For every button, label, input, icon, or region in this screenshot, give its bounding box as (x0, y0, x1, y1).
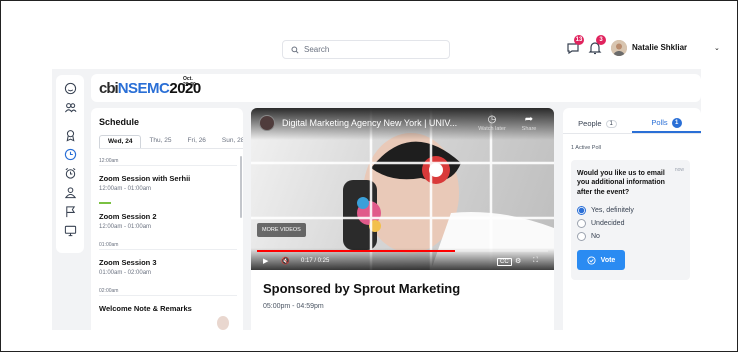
radio[interactable] (577, 219, 586, 228)
logo-prefix: cbi (99, 80, 119, 97)
poll-option[interactable]: Undecided (577, 219, 624, 228)
user-name[interactable]: Natalie Shkliar (632, 43, 687, 52)
schedule-list: 12:00am Zoom Session with Serhii 12:00am… (99, 156, 237, 323)
search-icon (291, 45, 299, 54)
event-logo-bar: cbi NSEMC 2020 Oct. 28-30 (91, 74, 701, 102)
poll-card: Would you like us to email you additiona… (571, 160, 690, 280)
watch-later-label: Watch later (478, 126, 506, 132)
chat-badge: 13 (574, 35, 584, 45)
poll-question: Would you like us to email you additiona… (577, 170, 665, 196)
schedule-title: Schedule (99, 117, 140, 127)
fullscreen-icon[interactable]: ⛶ (533, 257, 538, 265)
radio-selected[interactable] (577, 206, 586, 215)
logo-date: Oct. 28-30 (183, 76, 196, 88)
bell-badge: 3 (596, 35, 606, 45)
main-content: Digital Marketing Agency New York | UNIV… (251, 108, 554, 330)
session-title: Zoom Session 3 (99, 258, 157, 267)
event-logo: cbi NSEMC 2020 Oct. 28-30 (99, 76, 201, 97)
share-button[interactable]: ➦ Share (514, 114, 544, 132)
video-player[interactable]: Digital Marketing Agency New York | UNIV… (251, 108, 554, 270)
speakers-icon[interactable] (63, 185, 77, 199)
option-label: Undecided (591, 220, 625, 227)
search-input[interactable]: Search (282, 40, 450, 59)
channel-avatar[interactable] (259, 115, 275, 131)
tab-label: People (578, 119, 602, 128)
home-icon[interactable] (63, 81, 77, 95)
session-time: 12:00am - 01:00am (99, 224, 152, 230)
clock-icon: ◷ (487, 114, 497, 125)
right-panel: People 1 Polls 1 1 Active Poll Would you… (563, 108, 701, 330)
video-title[interactable]: Digital Marketing Agency New York | UNIV… (282, 118, 457, 128)
tab-polls[interactable]: Polls 1 (632, 114, 701, 133)
top-bar: Search 13 3 Natalie Shkliar ⌄ (0, 0, 738, 68)
award-icon[interactable] (63, 128, 77, 142)
poll-option[interactable]: Yes, definitely (577, 206, 634, 215)
day-tab[interactable]: Thu, 25 (141, 135, 179, 148)
option-label: No (591, 233, 600, 240)
more-videos-button[interactable]: MORE VIDEOS (257, 223, 306, 237)
active-poll-label: 1 Active Poll (571, 145, 601, 151)
chevron-down-icon[interactable]: ⌄ (714, 44, 720, 52)
live-indicator (99, 202, 111, 204)
play-icon[interactable]: ▶ (263, 257, 268, 265)
schedule-panel: Schedule Wed, 24 Thu, 25 Fri, 26 Sun, 28… (91, 108, 243, 330)
check-circle-icon (587, 255, 596, 265)
session-time: 12:00am - 01:00am (99, 186, 152, 192)
session-title: Welcome Note & Remarks (99, 304, 192, 313)
speaker-avatar (217, 316, 229, 330)
left-nav (56, 75, 84, 253)
scrollbar[interactable] (240, 156, 242, 218)
day-tab[interactable]: Wed, 24 (99, 135, 142, 148)
tab-people[interactable]: People 1 (563, 114, 632, 133)
gear-icon[interactable]: ⚙ (515, 257, 521, 265)
time-label: 02:00am (99, 286, 237, 296)
session-title: Zoom Session 2 (99, 212, 157, 221)
schedule-clock-icon[interactable] (63, 147, 77, 161)
share-label: Share (521, 126, 537, 132)
day-tab[interactable]: Sun, 28 (214, 135, 243, 148)
user-avatar-icon (611, 40, 627, 56)
option-label: Yes, definitely (591, 207, 634, 214)
watch-later-button[interactable]: ◷ Watch later (477, 114, 507, 132)
video-time: 0:17 / 0:25 (301, 258, 330, 264)
time-label: 12:00am (99, 156, 237, 166)
captions-icon[interactable]: CC (497, 258, 512, 266)
video-progress-bar[interactable] (257, 250, 548, 252)
list-item[interactable]: Zoom Session with Serhii 12:00am - 01:00… (99, 174, 237, 192)
radio[interactable] (577, 232, 586, 241)
day-tabs: Wed, 24 Thu, 25 Fri, 26 Sun, 28 (99, 135, 243, 149)
list-item[interactable]: Zoom Session 3 01:00am - 02:00am (99, 258, 237, 276)
logo-name: NSEMC (117, 80, 170, 97)
time-label: 01:00am (99, 240, 237, 250)
poll-time: now (674, 167, 684, 173)
session-heading: Sponsored by Sprout Marketing (263, 281, 461, 296)
vote-label: Vote (600, 256, 616, 264)
people-icon[interactable] (63, 100, 77, 114)
share-icon: ➦ (524, 114, 534, 125)
session-time: 01:00am - 02:00am (99, 270, 152, 276)
list-item[interactable]: Welcome Note & Remarks (99, 304, 237, 313)
search-placeholder: Search (304, 45, 330, 54)
poll-option[interactable]: No (577, 232, 600, 241)
vote-button[interactable]: Vote (577, 250, 625, 270)
tab-label: Polls (651, 118, 668, 127)
chat-notification-button[interactable]: 13 (565, 35, 584, 56)
session-title: Zoom Session with Serhii (99, 174, 191, 183)
alarm-icon[interactable] (63, 166, 77, 180)
video-progress-fill (257, 250, 455, 252)
list-item[interactable]: Zoom Session 2 12:00am - 01:00am (99, 212, 237, 230)
flag-icon[interactable] (63, 204, 77, 218)
mute-icon[interactable]: 🔇 (281, 257, 290, 265)
tab-count: 1 (605, 119, 617, 128)
session-time-range: 05:00pm - 04:59pm (263, 303, 324, 310)
bell-notification-button[interactable]: 3 (587, 35, 606, 56)
screen-icon[interactable] (63, 223, 77, 237)
tab-count: 1 (671, 117, 682, 128)
avatar[interactable] (611, 40, 627, 56)
day-tab[interactable]: Fri, 26 (180, 135, 214, 148)
panel-tabs: People 1 Polls 1 (563, 114, 701, 134)
